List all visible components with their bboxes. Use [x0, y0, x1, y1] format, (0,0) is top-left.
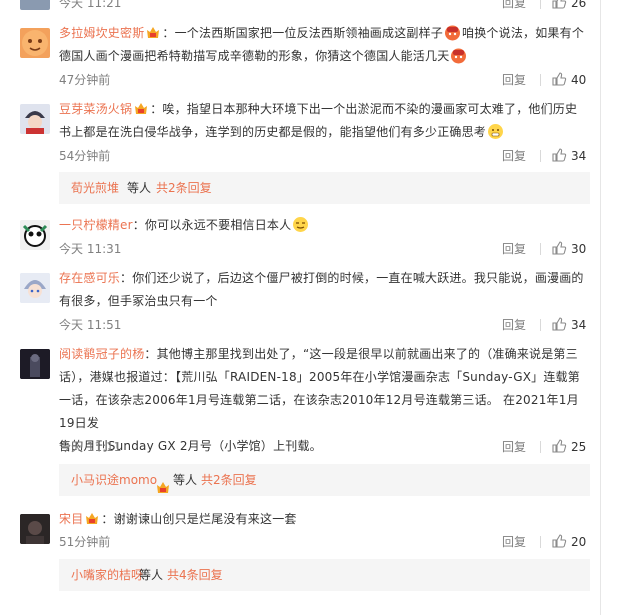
user-name[interactable]: 宋目: [59, 512, 83, 526]
view-replies-link[interactable]: 共2条回复: [201, 464, 257, 496]
comment-text-1: 你们还少说了，后边这个僵尸被打倒的时候，一直在喊大跃进。我只能说，画漫画的: [132, 271, 584, 285]
grimace-emoji-icon: [487, 123, 504, 140]
avatar[interactable]: [20, 28, 50, 58]
reply-button[interactable]: 回复: [502, 241, 526, 257]
reply-button[interactable]: 回复: [502, 439, 526, 455]
avatar[interactable]: [20, 0, 50, 10]
comment-text-1: 你可以永远不要相信日本人: [144, 218, 292, 232]
comment-text-2: 有很多，但手冢治虫只有一个: [59, 294, 218, 308]
sub-reply-user[interactable]: 小马识途momo: [71, 464, 157, 496]
avatar[interactable]: [20, 349, 50, 379]
sub-reply-user[interactable]: 小嘴家的桔呀: [71, 559, 143, 591]
sub-reply-bar[interactable]: 小嘴家的桔呀 等人 共4条回复: [59, 559, 590, 591]
divider: [540, 0, 541, 9]
comment-item: 豆芽菜汤火锅 ：唉，指望日本那种大环境下出一个出淤泥而不染的漫画家可太难了，他们历…: [14, 98, 590, 166]
like-count: 34: [571, 318, 587, 332]
comment-item: 一只柠檬精er：你可以永远不要相信日本人 今天 11:31 回复 30: [14, 214, 590, 260]
like-count: 30: [571, 242, 587, 256]
divider: [540, 150, 541, 162]
thumbs-up-icon[interactable]: [551, 240, 567, 256]
vip-badge-icon: [85, 510, 99, 524]
avatar[interactable]: [20, 273, 50, 303]
reply-button[interactable]: 回复: [502, 148, 526, 164]
divider: [540, 243, 541, 255]
scrollbar-edge: [600, 0, 601, 615]
thumbs-up-icon[interactable]: [551, 438, 567, 454]
comment-time: 51分钟前: [59, 535, 111, 549]
thumbs-up-icon[interactable]: [551, 147, 567, 163]
view-replies-link[interactable]: 共4条回复: [167, 559, 223, 591]
like-count: 34: [571, 149, 587, 163]
user-name[interactable]: 一只柠檬精er: [59, 218, 133, 232]
comment-text-2: 话），港媒也报道过：【荒川弘「RAIDEN-18」2005年在小学馆漫画杂志「S…: [59, 370, 580, 384]
comment-item: 阅读鹡冠子的杨：其他博主那里找到出处了，“这一段是很早以前就画出来了的（准确来说…: [14, 343, 590, 457]
comment-text-3: 德国人画个漫画把希特勒描写成辛德勒的形象，你猜这个德国人能活几天: [59, 49, 450, 63]
comment-text-1: 谢谢谏山创只是烂尾没有来这一套: [113, 512, 297, 526]
comment-text-1: 唉，指望日本那种大环境下出一个出淤泥而不染的漫画家可太难了，他们历史: [162, 102, 578, 116]
avatar[interactable]: [20, 514, 50, 544]
comment-text-1: 一个法西斯国家把一位反法西斯领袖画成这副样子: [174, 26, 444, 40]
comment-text-2: 咱换个说法，如果有个: [462, 26, 585, 40]
comment-time: 今天 11:51: [59, 318, 122, 332]
divider: [540, 536, 541, 548]
thumbs-up-icon[interactable]: [551, 71, 567, 87]
divider: [540, 441, 541, 453]
thumbs-up-icon[interactable]: [551, 316, 567, 332]
comment-feed: 今天 11:21 回复 26 多拉姆坎史密斯 ：一个法西斯国家把一位反法西斯领袖画…: [0, 0, 600, 615]
comment-time: 54分钟前: [59, 149, 111, 163]
reply-button[interactable]: 回复: [502, 0, 526, 11]
view-replies-link[interactable]: 共2条回复: [156, 172, 212, 204]
user-name[interactable]: 多拉姆坎史密斯: [59, 26, 144, 40]
thumbs-up-icon[interactable]: [551, 0, 567, 10]
vip-badge-icon: [134, 100, 148, 114]
partial-comment: 今天 11:21 回复 26: [14, 0, 590, 12]
sub-reply-user[interactable]: 荀光煎堆: [71, 172, 119, 204]
divider: [540, 74, 541, 86]
comment-text-2: 书上都是在洗白侵华战争，连学到的历史都是假的，能指望他们有多少正确思考: [59, 125, 487, 139]
user-name[interactable]: 阅读鹡冠子的杨: [59, 347, 144, 361]
user-name[interactable]: 豆芽菜汤火锅: [59, 102, 132, 116]
comment-time: 今天 11:31: [59, 242, 122, 256]
comment-time: 今天 11:21: [59, 0, 122, 10]
avatar[interactable]: [20, 220, 50, 250]
like-count: 26: [571, 0, 587, 10]
divider: [540, 319, 541, 331]
sub-reply-bar[interactable]: 小马识途momo 等人 共2条回复: [59, 464, 590, 496]
user-name[interactable]: 存在感可乐: [59, 271, 120, 285]
reply-button[interactable]: 回复: [502, 317, 526, 333]
comment-text-1: 其他博主那里找到出处了，“这一段是很早以前就画出来了的（准确来说是第三: [156, 347, 578, 361]
vip-badge-icon: [146, 24, 160, 38]
comment-time: 今天 11:11: [59, 440, 122, 454]
comment-item: 存在感可乐：你们还少说了，后边这个僵尸被打倒的时候，一直在喊大跃进。我只能说，画…: [14, 267, 590, 335]
angry-emoji-icon: [444, 24, 461, 41]
reply-button[interactable]: 回复: [502, 534, 526, 550]
reply-button[interactable]: 回复: [502, 72, 526, 88]
thumbs-up-icon[interactable]: [551, 533, 567, 549]
comment-item: 多拉姆坎史密斯 ：一个法西斯国家把一位反法西斯领袖画成这副样子 咱换个说法，如果有个…: [14, 22, 590, 92]
comment-time: 47分钟前: [59, 73, 111, 87]
sub-reply-bar[interactable]: 荀光煎堆 等人 共2条回复: [59, 172, 590, 204]
comment-text-3: 一话，在该杂志2006年1月号连载第二话，在该杂志2010年12月号连载第三话。…: [59, 393, 579, 430]
like-count: 25: [571, 440, 587, 454]
like-count: 20: [571, 535, 587, 549]
vip-badge-icon: [156, 474, 170, 493]
like-count: 40: [571, 73, 587, 87]
avatar[interactable]: [20, 104, 50, 134]
angry-emoji-icon: [450, 47, 467, 64]
smirk-emoji-icon: [292, 216, 309, 233]
comment-item: 宋目 ：谢谢谏山创只是烂尾没有来这一套 51分钟前 回复 20: [14, 508, 590, 552]
